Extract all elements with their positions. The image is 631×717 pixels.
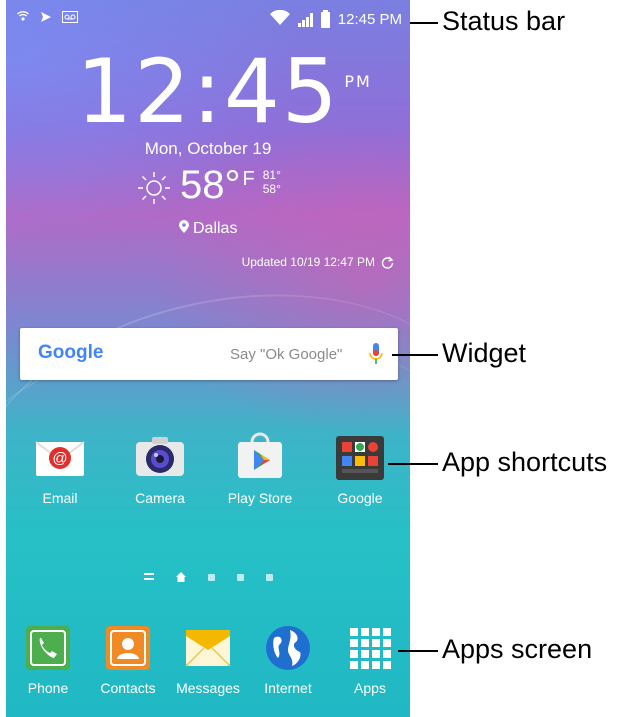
clock-time: 12:45 PM: [76, 48, 370, 136]
ok-google-hint: Say "Ok Google": [230, 346, 343, 363]
internet-label: Internet: [264, 680, 312, 696]
google-folder[interactable]: Google: [320, 430, 400, 506]
location: Dallas: [6, 220, 410, 238]
camera-app[interactable]: Camera: [120, 430, 200, 506]
status-time: 12:45 PM: [337, 11, 402, 28]
contacts-app[interactable]: Contacts: [88, 624, 168, 696]
contacts-label: Contacts: [100, 680, 156, 696]
temperature: 58°: [180, 163, 241, 207]
voicemail-icon: [62, 11, 78, 26]
google-folder-icon: [334, 430, 386, 482]
weather-updated: Updated 10/19 12:47 PM: [242, 255, 394, 269]
callout-line: [388, 463, 438, 465]
callout-status-bar: Status bar: [442, 6, 566, 36]
clock-ampm: PM: [344, 72, 372, 91]
google-logo: Google: [38, 342, 103, 364]
date-label: Mon, October 19: [144, 139, 272, 158]
home-page-icon: [175, 572, 186, 582]
globe-icon: [264, 624, 312, 672]
refresh-icon[interactable]: [381, 256, 394, 269]
callout-apps-screen: Apps screen: [442, 634, 593, 664]
location-pin-icon: [178, 220, 189, 233]
play-store-label: Play Store: [227, 490, 293, 506]
camera-icon: [134, 430, 186, 482]
hotspot-icon: [16, 10, 30, 27]
google-label: Google: [337, 490, 383, 506]
phone-icon: [24, 624, 72, 672]
sun-icon: [138, 172, 170, 204]
dock: Phone Contacts Messages Internet Apps: [6, 620, 410, 717]
high-low: 81° 58°: [263, 168, 281, 196]
callout-line: [410, 22, 438, 24]
page-dot: [265, 573, 273, 581]
play-store-icon: [234, 430, 286, 482]
clock-widget[interactable]: 12:45 PM: [6, 48, 410, 136]
messages-label: Messages: [176, 680, 240, 696]
clock-time-value: 12:45: [76, 40, 340, 143]
page-dot: [236, 573, 244, 581]
callout-line: [398, 650, 438, 652]
microphone-icon[interactable]: [368, 342, 384, 366]
status-bar: 12:45 PM: [6, 0, 410, 38]
callout-line: [392, 354, 438, 356]
messages-icon: [184, 624, 232, 672]
menu-lines-icon: [143, 573, 154, 580]
camera-label: Camera: [135, 490, 185, 506]
location-label: Dallas: [192, 220, 238, 237]
phone-label: Phone: [27, 680, 69, 696]
temperature-unit: F: [242, 168, 255, 190]
callout-app-shortcuts: App shortcuts: [442, 447, 608, 477]
apps-button[interactable]: Apps: [330, 624, 410, 696]
wifi-icon: [269, 9, 290, 29]
internet-app[interactable]: Internet: [248, 624, 328, 696]
messages-app[interactable]: Messages: [168, 624, 248, 696]
battery-icon: [320, 9, 330, 28]
google-search-widget[interactable]: Google Say "Ok Google": [20, 328, 398, 380]
apps-grid-icon: [346, 624, 394, 672]
email-label: Email: [42, 490, 78, 506]
apps-label: Apps: [354, 680, 386, 696]
send-icon: [40, 11, 52, 26]
email-app[interactable]: @ Email: [20, 430, 100, 506]
google-logo-text: Google: [38, 342, 104, 363]
contacts-icon: [104, 624, 152, 672]
email-icon: @: [34, 430, 86, 482]
phone-home-screen: 12:45 PM 12:45 PM Mon, October 19 58° F …: [6, 0, 410, 717]
callout-widget: Widget: [442, 338, 527, 368]
page-dot: [207, 573, 215, 581]
signal-icon: [297, 12, 313, 27]
play-store-app[interactable]: Play Store: [220, 430, 300, 506]
app-shortcuts: @ Email Camera Play Store Google: [6, 430, 410, 520]
weather-widget[interactable]: 58° F 81° 58°: [136, 162, 281, 208]
low-temp: 58°: [262, 182, 281, 196]
updated-label: Updated 10/19 12:47 PM: [241, 255, 375, 269]
high-temp: 81°: [262, 168, 281, 182]
svg-text:@: @: [52, 450, 67, 467]
page-indicator[interactable]: [6, 572, 410, 582]
phone-app[interactable]: Phone: [8, 624, 88, 696]
